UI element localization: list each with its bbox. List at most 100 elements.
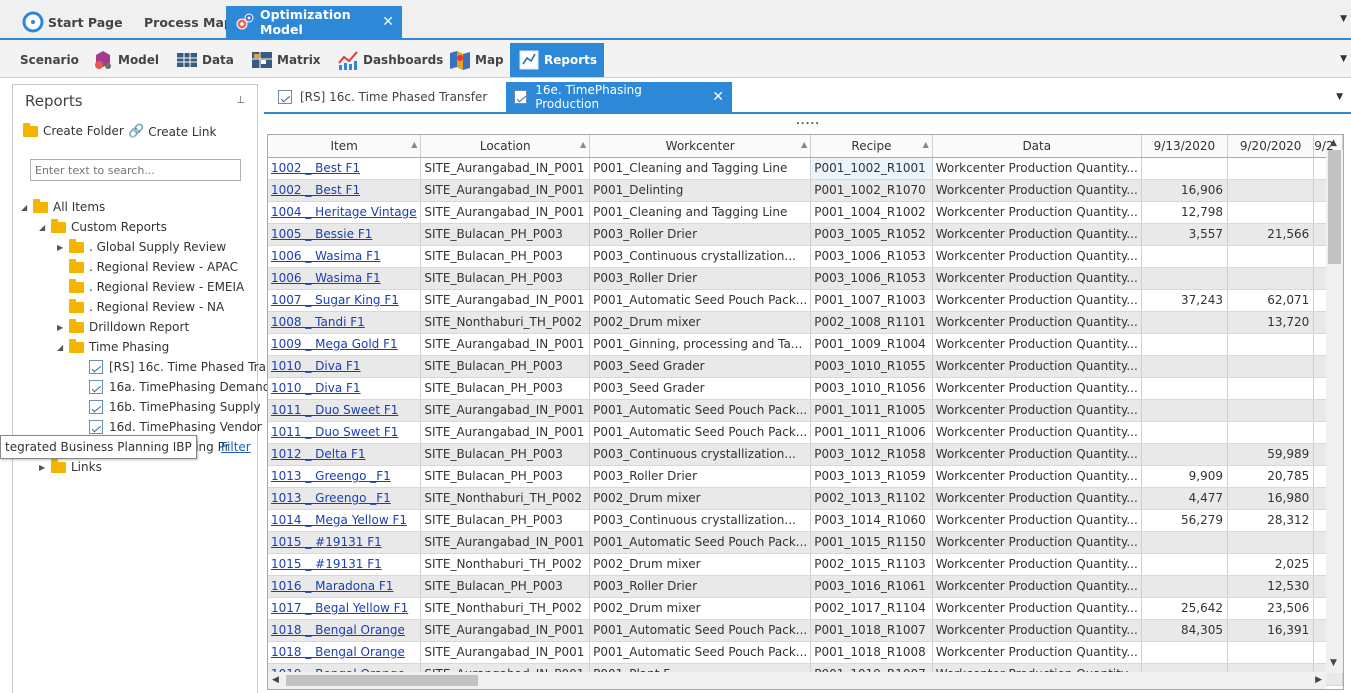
item-link[interactable]: 1002 _ Best F1 [271,183,360,197]
chevron-down-icon[interactable]: ▼ [1340,14,1347,24]
item-link[interactable]: 1005 _ Bessie F1 [271,227,372,241]
cell-item[interactable]: 1005 _ Bessie F1 [268,223,422,246]
cell-location[interactable]: SITE_Bulacan_PH_P003 [420,377,591,400]
table-row[interactable]: 1002 _ Best F1 SITE_Aurangabad_IN_P001 P00… [268,179,1343,202]
cell-date-1[interactable]: 84,305 [1141,619,1229,642]
cell-recipe[interactable]: P003_1012_R1058 [810,443,933,466]
vertical-scrollbar[interactable] [1326,150,1343,673]
scroll-thumb[interactable] [286,675,478,686]
cell-location[interactable]: SITE_Aurangabad_IN_P001 [420,641,591,664]
cell-item[interactable]: 1006 _ Wasima F1 [268,245,422,268]
cell-location[interactable]: SITE_Bulacan_PH_P003 [420,245,591,268]
scroll-up-icon[interactable]: ▲ [1330,138,1337,148]
cell-workcenter[interactable]: P003_Roller Drier [589,267,812,290]
cell-data[interactable]: Workcenter Production Quantity... [932,619,1142,642]
item-link[interactable]: 1008 _ Tandi F1 [271,315,365,329]
table-row[interactable]: 1015 _ #19131 F1 SITE_Nonthaburi_TH_P002 P… [268,553,1343,576]
horizontal-scrollbar[interactable]: ◀ ▶ [268,672,1326,689]
cell-date-1[interactable]: 12,798 [1141,201,1229,224]
cell-workcenter[interactable]: P003_Continuous crystallization... [589,245,812,268]
cell-data[interactable]: Workcenter Production Quantity... [932,509,1142,532]
cell-recipe[interactable]: P003_1010_R1056 [810,377,933,400]
cell-date-1[interactable]: 3,557 [1141,223,1229,246]
collapse-arrow-icon[interactable]: ◢ [21,203,33,212]
cell-item[interactable]: 1015 _ #19131 F1 [268,531,422,554]
cell-date-2[interactable]: 12,530 [1227,575,1315,598]
table-row[interactable]: 1017 _ Begal Yellow F1 SITE_Nonthaburi_TH… [268,597,1343,620]
cell-data[interactable]: Workcenter Production Quantity... [932,355,1142,378]
cell-workcenter[interactable]: P002_Drum mixer [589,597,812,620]
cell-item[interactable]: 1010 _ Diva F1 [268,355,422,378]
cell-data[interactable]: Workcenter Production Quantity... [932,311,1142,334]
cell-location[interactable]: SITE_Bulacan_PH_P003 [420,509,591,532]
cell-data[interactable]: Workcenter Production Quantity... [932,399,1142,422]
cell-date-2[interactable] [1227,355,1315,378]
column-header-recipe[interactable]: Recipe ▲ [810,135,933,158]
cell-recipe[interactable]: P001_1011_R1005 [810,399,933,422]
cell-data[interactable]: Workcenter Production Quantity... [932,157,1142,180]
cell-date-1[interactable] [1141,355,1229,378]
cell-date-2[interactable]: 23,506 [1227,597,1315,620]
collapse-arrow-icon[interactable]: ◢ [39,223,51,232]
cell-date-1[interactable]: 4,477 [1141,487,1229,510]
tree-item-drilldown-report[interactable]: ▶ Drilldown Report [57,317,189,337]
cell-item[interactable]: 1002 _ Best F1 [268,179,422,202]
cell-date-1[interactable] [1141,267,1229,290]
ribbon-model[interactable]: Model [84,43,167,77]
item-link[interactable]: 1010 _ Diva F1 [271,359,361,373]
table-row[interactable]: 1010 _ Diva F1 SITE_Bulacan_PH_P003 P003_S… [268,355,1343,378]
column-header-date-1[interactable]: 9/13/2020 [1141,135,1229,158]
cell-data[interactable]: Workcenter Production Quantity... [932,333,1142,356]
cell-item[interactable]: 1004 _ Heritage Vintage [268,201,422,224]
table-row[interactable]: 1013 _ Greengo _F1 SITE_Bulacan_PH_P003 P0… [268,465,1343,488]
tree-item-regional-apac[interactable]: . Regional Review - APAC [57,257,238,277]
cell-location[interactable]: SITE_Nonthaburi_TH_P002 [420,553,591,576]
cell-location[interactable]: SITE_Nonthaburi_TH_P002 [420,597,591,620]
cell-workcenter[interactable]: P001_Cleaning and Tagging Line [589,201,812,224]
cell-date-2[interactable] [1227,641,1315,664]
tab-report-16e[interactable]: 16e. TimePhasing Production ✕ [506,82,732,112]
cell-item[interactable]: 1014 _ Mega Yellow F1 [268,509,422,532]
cell-data[interactable]: Workcenter Production Quantity... [932,443,1142,466]
cell-item[interactable]: 1018 _ Bengal Orange [268,641,422,664]
cell-recipe[interactable]: P003_1006_R1053 [810,267,933,290]
cell-date-1[interactable]: 37,243 [1141,289,1229,312]
cell-item[interactable]: 1017 _ Begal Yellow F1 [268,597,422,620]
item-link[interactable]: 1007 _ Sugar King F1 [271,293,399,307]
cell-recipe[interactable]: P003_1006_R1053 [810,245,933,268]
item-link[interactable]: 1016 _ Maradona F1 [271,579,393,593]
cell-item[interactable]: 1011 _ Duo Sweet F1 [268,421,422,444]
cell-workcenter[interactable]: P003_Roller Drier [589,575,812,598]
cell-recipe[interactable]: P001_1004_R1002 [810,201,933,224]
cell-workcenter[interactable]: P003_Seed Grader [589,377,812,400]
cell-date-2[interactable] [1227,267,1315,290]
cell-date-1[interactable] [1141,245,1229,268]
cell-recipe[interactable]: P001_1009_R1004 [810,333,933,356]
cell-location[interactable]: SITE_Bulacan_PH_P003 [420,443,591,466]
cell-workcenter[interactable]: P003_Roller Drier [589,465,812,488]
table-row[interactable]: 1006 _ Wasima F1 SITE_Bulacan_PH_P003 P003… [268,267,1343,290]
table-row[interactable]: 1006 _ Wasima F1 SITE_Bulacan_PH_P003 P003… [268,245,1343,268]
cell-date-1[interactable]: 56,279 [1141,509,1229,532]
cell-recipe[interactable]: P002_1013_R1102 [810,487,933,510]
table-row[interactable]: 1018 _ Bengal Orange SITE_Aurangabad_IN_P… [268,641,1343,664]
table-row[interactable]: 1018 _ Bengal Orange SITE_Aurangabad_IN_P… [268,619,1343,642]
cell-location[interactable]: SITE_Bulacan_PH_P003 [420,267,591,290]
search-input[interactable] [30,159,241,181]
table-row[interactable]: 1014 _ Mega Yellow F1 SITE_Bulacan_PH_P00… [268,509,1343,532]
cell-location[interactable]: SITE_Bulacan_PH_P003 [420,465,591,488]
cell-workcenter[interactable]: P003_Seed Grader [589,355,812,378]
table-row[interactable]: 1011 _ Duo Sweet F1 SITE_Aurangabad_IN_P0… [268,399,1343,422]
cell-data[interactable]: Workcenter Production Quantity... [932,575,1142,598]
cell-location[interactable]: SITE_Aurangabad_IN_P001 [420,179,591,202]
cell-date-2[interactable]: 16,980 [1227,487,1315,510]
cell-date-1[interactable] [1141,575,1229,598]
create-link-button[interactable]: 🔗 Create Link [128,124,216,139]
expand-arrow-icon[interactable]: ▶ [57,323,69,332]
cell-data[interactable]: Workcenter Production Quantity... [932,597,1142,620]
cell-date-1[interactable] [1141,421,1229,444]
tree-item-global-supply-review[interactable]: ▶ . Global Supply Review [57,237,226,257]
cell-workcenter[interactable]: P001_Delinting [589,179,812,202]
cell-date-2[interactable] [1227,157,1315,180]
collapse-arrow-icon[interactable]: ◢ [57,343,69,352]
